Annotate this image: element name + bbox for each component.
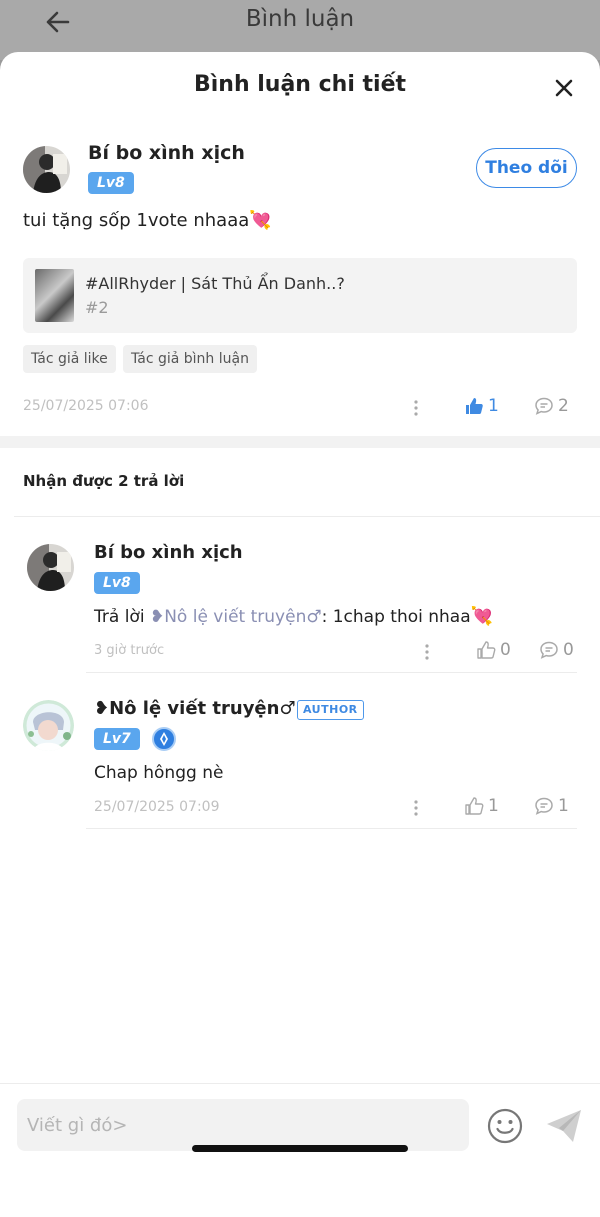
thumbs-up-filled-icon <box>466 398 483 414</box>
avatar[interactable] <box>23 700 74 751</box>
comment-text: tui tặng sốp 1vote nhaaa💘 <box>23 210 272 231</box>
reply-button[interactable]: 0 <box>539 640 574 660</box>
thumbs-up-icon <box>477 641 496 659</box>
reply-count: 1 <box>558 796 569 816</box>
story-chapter: #2 <box>85 298 109 317</box>
heart-emoji-icon: 💘 <box>470 606 494 627</box>
comment-input[interactable] <box>17 1099 469 1151</box>
sheet-title: Bình luận chi tiết <box>193 72 407 97</box>
reply-text: Chap hôngg nè <box>94 763 224 783</box>
diamond-icon <box>160 732 168 746</box>
like-button[interactable]: 1 <box>464 396 499 416</box>
avatar[interactable] <box>23 146 70 193</box>
more-options-icon[interactable] <box>419 641 435 663</box>
tag-author-liked: Tác giả like <box>23 345 116 373</box>
reply-count: 0 <box>563 640 574 660</box>
like-count: 1 <box>488 796 499 816</box>
more-options-icon[interactable] <box>408 797 424 819</box>
reply-prefix: Trả lời <box>94 607 150 627</box>
home-indicator <box>192 1145 408 1152</box>
more-options-icon[interactable] <box>408 397 424 419</box>
vip-badge-icon <box>152 727 176 751</box>
heart-emoji-icon: 💘 <box>249 210 272 231</box>
comment-bubble-icon <box>535 397 553 415</box>
reply-button[interactable]: 1 <box>534 796 569 816</box>
thumbs-up-icon <box>465 797 484 815</box>
like-count: 1 <box>488 396 499 416</box>
reply-timestamp: 25/07/2025 07:09 <box>94 799 220 815</box>
like-button[interactable]: 0 <box>476 640 511 660</box>
comment-text-body: tui tặng sốp 1vote nhaaa <box>23 210 250 231</box>
reply-button[interactable]: 2 <box>534 396 569 416</box>
author-badge: AUTHOR <box>297 700 364 720</box>
replies-count-header: Nhận được 2 trả lời <box>23 472 185 490</box>
reply-text: Trả lời ❥Nô lệ viết truyện♂: 1chap thoi … <box>94 606 493 627</box>
level-badge: Lv7 <box>94 728 140 750</box>
reply-author-name[interactable]: Bí bo xình xịch <box>94 542 243 563</box>
reply-count: 2 <box>558 396 569 416</box>
close-icon <box>555 79 573 97</box>
comment-bubble-icon <box>540 641 558 659</box>
comment-timestamp: 25/07/2025 07:06 <box>23 398 149 414</box>
tag-author-commented: Tác giả bình luận <box>123 345 257 373</box>
story-card[interactable]: #AllRhyder | Sát Thủ Ẩn Danh..? #2 <box>23 258 577 333</box>
mention-link[interactable]: ❥Nô lệ viết truyện♂ <box>150 607 322 627</box>
send-icon[interactable] <box>544 1107 584 1145</box>
close-button[interactable] <box>550 74 578 102</box>
like-count: 0 <box>500 640 511 660</box>
avatar[interactable] <box>27 544 74 591</box>
like-button[interactable]: 1 <box>464 796 499 816</box>
avatar-photo <box>23 700 74 751</box>
story-title: #AllRhyder | Sát Thủ Ẩn Danh..? <box>85 274 345 293</box>
avatar-photo <box>23 146 70 193</box>
input-bar-divider <box>0 1083 600 1084</box>
divider <box>14 516 600 517</box>
level-badge: Lv8 <box>88 172 134 194</box>
comment-detail-sheet: Bình luận chi tiết Bí bo xình xịch Lv8 T… <box>0 52 600 1217</box>
reply-timestamp: 3 giờ trước <box>94 643 165 658</box>
background-header: Bình luận <box>0 0 600 60</box>
background-page-title: Bình luận <box>245 6 355 32</box>
emoji-icon[interactable] <box>486 1107 524 1145</box>
avatar-photo <box>27 544 74 591</box>
divider <box>86 672 577 673</box>
divider <box>86 828 577 829</box>
reply-author-name[interactable]: ❥Nô lệ viết truyện♂ <box>94 698 296 719</box>
section-divider <box>0 436 600 448</box>
follow-button[interactable]: Theo dõi <box>476 148 577 188</box>
story-cover-thumbnail <box>35 269 74 322</box>
comment-author-name[interactable]: Bí bo xình xịch <box>88 142 245 164</box>
reply-text-body: : 1chap thoi nhaa <box>321 607 471 627</box>
level-badge: Lv8 <box>94 572 140 594</box>
comment-bubble-icon <box>535 797 553 815</box>
